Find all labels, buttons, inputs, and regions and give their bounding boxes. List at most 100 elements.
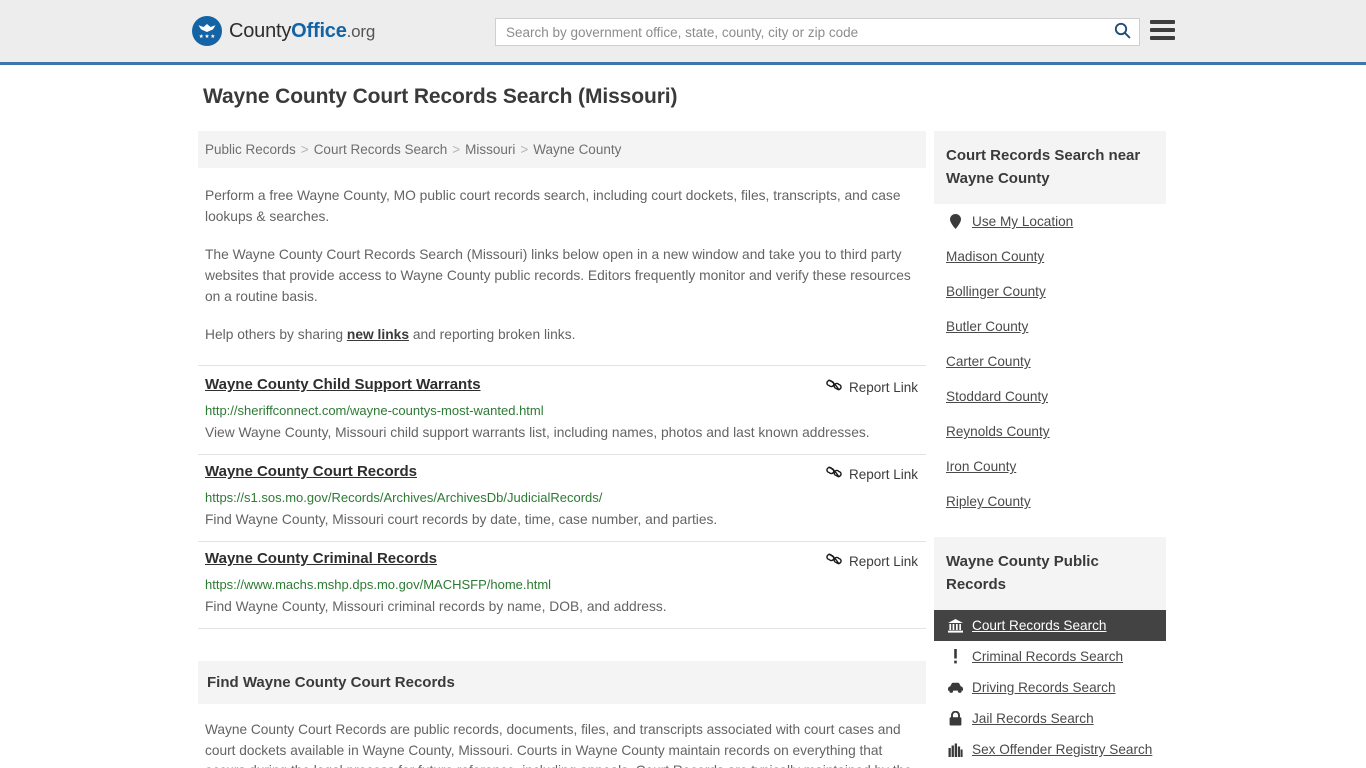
- list-item: Madison County: [934, 239, 1166, 274]
- find-records-paragraph: Wayne County Court Records are public re…: [205, 722, 912, 768]
- hamburger-bar: [1150, 36, 1175, 40]
- report-link-button[interactable]: Report Link: [826, 463, 918, 485]
- sidebar-item-label: Butler County: [946, 319, 1029, 334]
- list-item: Reynolds County: [934, 414, 1166, 449]
- list-item: Stoddard County: [934, 379, 1166, 414]
- find-records-body: Wayne County Court Records are public re…: [198, 720, 926, 768]
- report-link-label: Report Link: [848, 380, 918, 395]
- fingerprint-icon: [946, 743, 964, 757]
- sidebar-item-label: Stoddard County: [946, 389, 1049, 404]
- sidebar-item-label: Bollinger County: [946, 284, 1046, 299]
- logo-text-county: County: [229, 19, 292, 42]
- result-item: Wayne County Child Support Warrants Repo…: [198, 365, 926, 455]
- logo-text-org: .org: [346, 21, 376, 41]
- exclamation-icon: [946, 649, 964, 664]
- sidebar-item-label: Carter County: [946, 354, 1031, 369]
- sidebar-item-label: Driving Records Search: [972, 680, 1116, 695]
- intro-p3-before: Help others by sharing: [205, 327, 347, 342]
- breadcrumb-item-public-records[interactable]: Public Records: [205, 142, 296, 157]
- sidebar-item-ripley-county[interactable]: Ripley County: [934, 484, 1166, 519]
- report-link-label: Report Link: [848, 467, 918, 482]
- report-link-label: Report Link: [848, 554, 918, 569]
- hamburger-bar: [1150, 28, 1175, 32]
- sidebar-item-carter-county[interactable]: Carter County: [934, 344, 1166, 379]
- report-link-button[interactable]: Report Link: [826, 550, 918, 572]
- sidebar-item-label: Criminal Records Search: [972, 649, 1124, 664]
- sidebar-item-madison-county[interactable]: Madison County: [934, 239, 1166, 274]
- page-body: Wayne County Court Records Search (Misso…: [0, 65, 1366, 768]
- breadcrumb-item-wayne-county[interactable]: Wayne County: [533, 142, 621, 157]
- result-url: https://s1.sos.mo.gov/Records/Archives/A…: [205, 490, 603, 505]
- result-title-link[interactable]: Wayne County Child Support Warrants: [205, 376, 481, 393]
- eagle-seal-icon: [192, 16, 222, 46]
- list-item: Iron County: [934, 449, 1166, 484]
- list-item: Court Records Search: [934, 610, 1166, 641]
- sidebar-item-label: Madison County: [946, 249, 1045, 264]
- search-input[interactable]: [496, 19, 1105, 45]
- result-title-link[interactable]: Wayne County Criminal Records: [205, 550, 437, 567]
- search-button[interactable]: [1105, 19, 1139, 45]
- sidebar-item-use-my-location[interactable]: Use My Location: [934, 204, 1166, 239]
- sidebar-item-label: Sex Offender Registry Search: [972, 742, 1153, 757]
- sidebar-public-records-section: Wayne County Public Records Court Record…: [934, 537, 1166, 765]
- sidebar: Court Records Search near Wayne County U…: [934, 131, 1166, 768]
- result-description: Find Wayne County, Missouri court record…: [205, 512, 718, 527]
- sidebar-item-sex-offender-registry-search[interactable]: Sex Offender Registry Search: [934, 734, 1166, 765]
- list-item: Carter County: [934, 344, 1166, 379]
- sidebar-item-reynolds-county[interactable]: Reynolds County: [934, 414, 1166, 449]
- result-header: Wayne County Criminal Records Report Lin…: [205, 550, 918, 572]
- sidebar-item-label: Ripley County: [946, 494, 1031, 509]
- breadcrumb-separator: >: [300, 142, 309, 157]
- sidebar-item-iron-county[interactable]: Iron County: [934, 449, 1166, 484]
- result-url: https://www.machs.mshp.dps.mo.gov/MACHSF…: [205, 577, 552, 592]
- result-header: Wayne County Child Support Warrants Repo…: [205, 376, 918, 398]
- result-item: Wayne County Criminal Records Report Lin…: [198, 542, 926, 629]
- sidebar-item-bollinger-county[interactable]: Bollinger County: [934, 274, 1166, 309]
- sidebar-item-court-records-search[interactable]: Court Records Search: [934, 610, 1166, 641]
- site-logo[interactable]: CountyOffice.org: [192, 16, 375, 46]
- list-item: Driving Records Search: [934, 672, 1166, 703]
- list-item: Jail Records Search: [934, 703, 1166, 734]
- search-bar[interactable]: [495, 18, 1140, 46]
- hamburger-menu-icon[interactable]: [1150, 20, 1175, 40]
- list-item: Criminal Records Search: [934, 641, 1166, 672]
- intro-paragraph-1: Perform a free Wayne County, MO public c…: [205, 188, 901, 224]
- breadcrumb-separator: >: [520, 142, 529, 157]
- result-header: Wayne County Court Records Report Link: [205, 463, 918, 485]
- new-links-link[interactable]: new links: [347, 327, 409, 342]
- lock-icon: [946, 711, 964, 726]
- content-columns: Public Records > Court Records Search > Miss…: [198, 131, 1366, 768]
- sidebar-item-butler-county[interactable]: Butler County: [934, 309, 1166, 344]
- intro-p3-after: and reporting broken links.: [409, 327, 576, 342]
- broken-link-icon: [826, 464, 842, 485]
- sidebar-item-criminal-records-search[interactable]: Criminal Records Search: [934, 641, 1166, 672]
- breadcrumb-item-missouri[interactable]: Missouri: [465, 142, 515, 157]
- intro-paragraph-2: The Wayne County Court Records Search (M…: [205, 247, 911, 304]
- sidebar-item-label: Court Records Search: [972, 618, 1107, 633]
- courthouse-icon: [946, 618, 964, 633]
- broken-link-icon: [826, 551, 842, 572]
- result-description: View Wayne County, Missouri child suppor…: [205, 425, 870, 440]
- sidebar-public-records-list: Court Records Search Criminal Records Se…: [934, 610, 1166, 765]
- sidebar-item-driving-records-search[interactable]: Driving Records Search: [934, 672, 1166, 703]
- intro-text: Perform a free Wayne County, MO public c…: [198, 185, 926, 345]
- hamburger-bar: [1150, 20, 1175, 24]
- sidebar-near-list: Use My Location Madison County Bollinger…: [934, 204, 1166, 519]
- results-list: Wayne County Child Support Warrants Repo…: [198, 365, 926, 629]
- list-item: Bollinger County: [934, 274, 1166, 309]
- page-title: Wayne County Court Records Search (Misso…: [203, 85, 678, 108]
- breadcrumb-item-court-records-search[interactable]: Court Records Search: [314, 142, 448, 157]
- result-item: Wayne County Court Records Report Link h…: [198, 455, 926, 542]
- sidebar-item-stoddard-county[interactable]: Stoddard County: [934, 379, 1166, 414]
- sidebar-item-label: Reynolds County: [946, 424, 1050, 439]
- map-pin-icon: [946, 214, 964, 229]
- search-icon: [1114, 22, 1131, 42]
- sidebar-item-label: Jail Records Search: [972, 711, 1094, 726]
- result-url: http://sheriffconnect.com/wayne-countys-…: [205, 403, 544, 418]
- sidebar-public-records-heading: Wayne County Public Records: [934, 537, 1166, 610]
- sidebar-item-jail-records-search[interactable]: Jail Records Search: [934, 703, 1166, 734]
- sidebar-near-heading: Court Records Search near Wayne County: [934, 131, 1166, 204]
- result-title-link[interactable]: Wayne County Court Records: [205, 463, 417, 480]
- list-item: Use My Location: [934, 204, 1166, 239]
- report-link-button[interactable]: Report Link: [826, 376, 918, 398]
